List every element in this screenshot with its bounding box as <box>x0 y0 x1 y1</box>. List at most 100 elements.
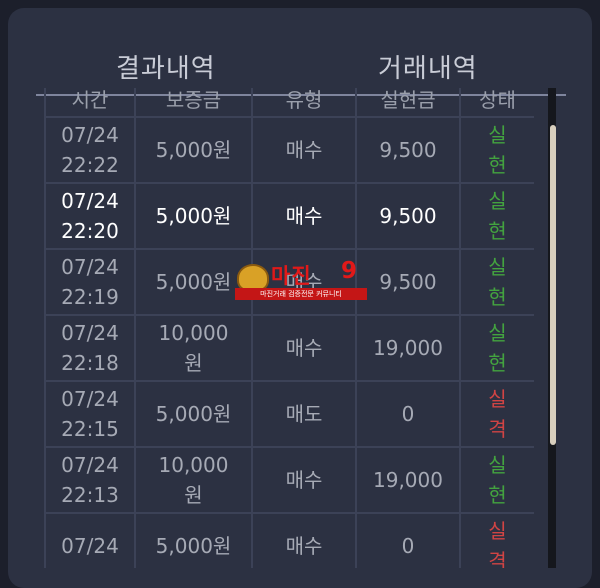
cell-deposit-value: 5,000원 <box>155 204 232 228</box>
cell-type-value: 매수 <box>285 204 323 228</box>
cell-date: 07/24 <box>61 534 119 558</box>
cell-status: 실현 <box>459 182 534 250</box>
cell-status: 실현 <box>459 248 534 316</box>
cell-type-value: 매도 <box>285 402 323 426</box>
cell-status: 실현 <box>459 116 534 184</box>
cell-clock: 22:19 <box>61 285 119 309</box>
cell-type: 매수 <box>251 314 357 382</box>
status-char: 실 <box>488 255 507 279</box>
cell-date: 07/24 <box>61 453 119 477</box>
cell-type-value: 매수 <box>285 138 323 162</box>
cell-type: 매수 <box>251 116 357 184</box>
watermark-logo: 마진 9 마진거래 검증전문 커뮤니티 <box>235 258 367 302</box>
cell-amount-value: 0 <box>401 534 415 558</box>
tab-results[interactable]: 결과내역 <box>116 48 216 85</box>
cell-amount: 0 <box>355 512 461 568</box>
cell-deposit: 10,000원 <box>134 446 253 514</box>
cell-type-value: 매수 <box>285 534 323 558</box>
status-char: 현 <box>488 285 507 309</box>
table-row[interactable]: 07/24 22:18 10,000원 매수 19,000 실 현 <box>44 314 534 382</box>
cell-deposit-value: 10,000원 <box>158 453 229 507</box>
cell-date: 07/24 <box>61 321 119 345</box>
cell-amount-value: 0 <box>401 402 415 426</box>
cell-time: 07/24 22:22 <box>44 116 136 184</box>
cell-deposit: 10,000원 <box>134 314 253 382</box>
cell-amount: 9,500 <box>355 116 461 184</box>
cell-time: 07/24 22:19 <box>44 248 136 316</box>
cell-type-value: 매수 <box>285 336 323 360</box>
header-time: 시간 <box>44 88 136 118</box>
status-char: 실 <box>488 321 507 345</box>
status-char: 현 <box>488 351 507 375</box>
status-char: 현 <box>488 483 507 507</box>
cell-date: 07/24 <box>61 189 119 213</box>
cell-status: 실현 <box>459 446 534 514</box>
table-row[interactable]: 07/24 22:20 5,000원 매수 9,500 실 현 <box>44 182 534 250</box>
status-char: 현 <box>488 153 507 177</box>
cell-clock: 22:20 <box>61 219 119 243</box>
scrollbar-thumb[interactable] <box>550 125 556 445</box>
cell-status: 실현 <box>459 314 534 382</box>
tab-bar: 결과내역 거래내역 <box>8 8 592 96</box>
cell-deposit-value: 5,000원 <box>155 402 232 426</box>
status-char: 실 <box>488 123 507 147</box>
cell-type: 매수 <box>251 182 357 250</box>
tab-trades[interactable]: 거래내역 <box>378 48 478 85</box>
cell-deposit-value: 5,000원 <box>155 534 232 558</box>
cell-status: 실격 <box>459 380 534 448</box>
header-status: 상태 <box>459 88 534 118</box>
table-row[interactable]: 07/24 22:13 10,000원 매수 19,000 실 현 <box>44 446 534 514</box>
cell-amount-value: 9,500 <box>379 270 437 294</box>
cell-time: 07/24 22:18 <box>44 314 136 382</box>
cell-clock: 22:15 <box>61 417 119 441</box>
cell-amount: 19,000 <box>355 446 461 514</box>
cell-amount: 19,000 <box>355 314 461 382</box>
status-char: 실 <box>488 519 507 543</box>
header-deposit: 보증금 <box>134 88 253 118</box>
cell-deposit: 5,000원 <box>134 512 253 568</box>
cell-deposit: 5,000원 <box>134 116 253 184</box>
cell-deposit-value: 5,000원 <box>155 270 232 294</box>
cell-time: 07/24 22:13 <box>44 446 136 514</box>
cell-amount-value: 19,000 <box>373 336 443 360</box>
table-row[interactable]: 07/24 22:15 5,000원 매도 0 실 격 <box>44 380 534 448</box>
cell-amount: 9,500 <box>355 182 461 250</box>
status-char: 격 <box>488 549 507 568</box>
cell-date: 07/24 <box>61 387 119 411</box>
cell-deposit-value: 5,000원 <box>155 138 232 162</box>
cell-deposit: 5,000원 <box>134 182 253 250</box>
status-char: 격 <box>488 417 507 441</box>
cell-date: 07/24 <box>61 123 119 147</box>
cell-type: 매수 <box>251 512 357 568</box>
header-type: 유형 <box>251 88 357 118</box>
status-char: 실 <box>488 387 507 411</box>
cell-type: 매수 <box>251 446 357 514</box>
status-char: 실 <box>488 189 507 213</box>
cell-time: 07/24 22:15 <box>44 380 136 448</box>
cell-time: 07/24 22:20 <box>44 182 136 250</box>
table-row[interactable]: 07/24 5,000원 매수 0 실 격 <box>44 512 534 568</box>
cell-amount-value: 19,000 <box>373 468 443 492</box>
cell-deposit: 5,000원 <box>134 380 253 448</box>
watermark-tagline: 마진거래 검증전문 커뮤니티 <box>235 288 367 300</box>
cell-clock: 22:13 <box>61 483 119 507</box>
table-row[interactable]: 07/24 22:22 5,000원 매수 9,500 실 현 <box>44 116 534 184</box>
status-char: 현 <box>488 219 507 243</box>
trade-table: 시간 보증금 유형 실현금 상태 07/24 22:22 5,000원 매수 9,500… <box>44 88 534 568</box>
watermark-title: 마진 <box>271 264 312 288</box>
cell-deposit-value: 10,000원 <box>158 321 229 375</box>
watermark-number: 9 <box>341 258 358 284</box>
header-amount: 실현금 <box>355 88 461 118</box>
table-header-row: 시간 보증금 유형 실현금 상태 <box>44 88 534 118</box>
cell-time: 07/24 <box>44 512 136 568</box>
cell-amount: 9,500 <box>355 248 461 316</box>
cell-type: 매도 <box>251 380 357 448</box>
cell-clock: 22:18 <box>61 351 119 375</box>
cell-date: 07/24 <box>61 255 119 279</box>
trade-table-container: 시간 보증금 유형 실현금 상태 07/24 22:22 5,000원 매수 9,500… <box>44 88 534 568</box>
cell-clock: 22:22 <box>61 153 119 177</box>
status-char: 실 <box>488 453 507 477</box>
cell-status: 실격 <box>459 512 534 568</box>
cell-amount: 0 <box>355 380 461 448</box>
cell-type-value: 매수 <box>285 468 323 492</box>
